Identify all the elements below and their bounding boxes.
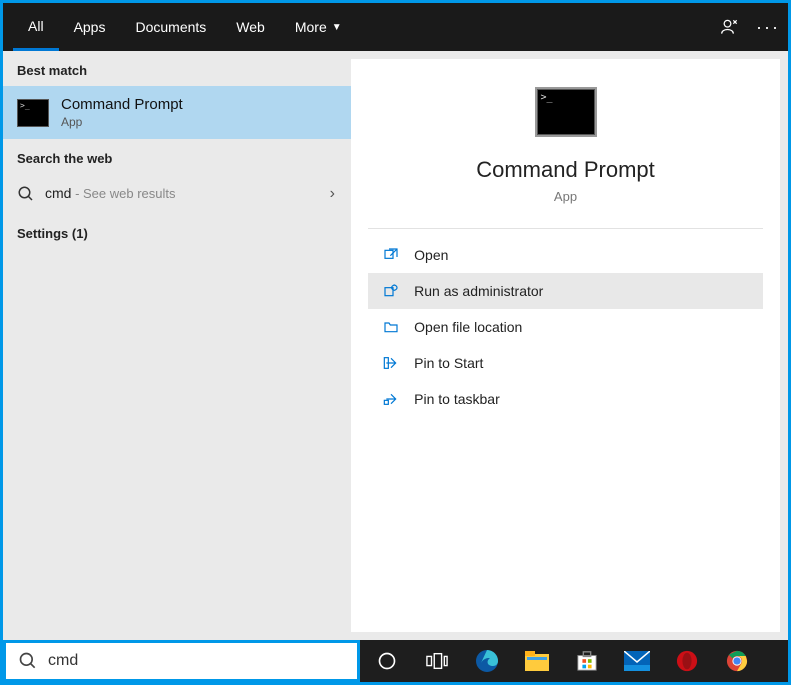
microsoft-store-icon[interactable] (574, 648, 600, 674)
search-icon (17, 185, 35, 203)
taskbar (360, 640, 788, 682)
tab-apps[interactable]: Apps (59, 3, 121, 51)
search-icon (18, 651, 38, 671)
web-query-text: cmd (45, 185, 71, 201)
best-match-label: Best match (3, 51, 351, 86)
preview-subtitle: App (554, 189, 577, 204)
tab-more[interactable]: More ▼ (280, 3, 357, 51)
tab-web-label: Web (236, 19, 265, 35)
task-view-icon[interactable] (424, 648, 450, 674)
tab-all[interactable]: All (13, 3, 59, 51)
search-web-label: Search the web (3, 139, 351, 174)
cortana-icon[interactable] (374, 648, 400, 674)
tab-documents-label: Documents (135, 19, 206, 35)
action-pin-start-label: Pin to Start (414, 355, 483, 371)
web-result-item[interactable]: cmd - See web results › (3, 174, 351, 214)
tab-more-label: More (295, 19, 327, 35)
tab-documents[interactable]: Documents (120, 3, 221, 51)
chrome-icon[interactable] (724, 648, 750, 674)
tab-web[interactable]: Web (221, 3, 280, 51)
settings-label: Settings (1) (3, 214, 351, 249)
action-open-label: Open (414, 247, 448, 263)
action-pin-taskbar-label: Pin to taskbar (414, 391, 500, 407)
action-open-location-label: Open file location (414, 319, 522, 335)
best-match-subtitle: App (61, 115, 183, 129)
search-tabs-bar: All Apps Documents Web More ▼ ··· (3, 3, 788, 51)
admin-shield-icon (382, 282, 400, 300)
preview-title: Command Prompt (476, 157, 655, 183)
action-pin-to-start[interactable]: Pin to Start (368, 345, 763, 381)
tab-all-label: All (28, 18, 44, 34)
results-panel: Best match Command Prompt App Search the… (3, 51, 351, 640)
search-box[interactable] (3, 640, 360, 682)
action-run-admin-label: Run as administrator (414, 283, 543, 299)
open-icon (382, 246, 400, 264)
file-explorer-icon[interactable] (524, 648, 550, 674)
action-run-as-admin[interactable]: Run as administrator (368, 273, 763, 309)
feedback-icon[interactable] (720, 17, 740, 37)
action-pin-to-taskbar[interactable]: Pin to taskbar (368, 381, 763, 417)
pin-start-icon (382, 354, 400, 372)
chevron-down-icon: ▼ (332, 22, 342, 33)
pin-taskbar-icon (382, 390, 400, 408)
mail-icon[interactable] (624, 648, 650, 674)
search-input[interactable] (48, 652, 345, 670)
command-prompt-icon-large (535, 87, 597, 137)
opera-icon[interactable] (674, 648, 700, 674)
preview-panel: Command Prompt App Open Run as administr… (351, 59, 780, 632)
tab-apps-label: Apps (74, 19, 106, 35)
action-open-file-location[interactable]: Open file location (368, 309, 763, 345)
folder-icon (382, 318, 400, 336)
web-sub-text: - See web results (71, 186, 175, 201)
best-match-item[interactable]: Command Prompt App (3, 86, 351, 139)
divider (368, 228, 763, 229)
command-prompt-icon (17, 99, 49, 127)
edge-icon[interactable] (474, 648, 500, 674)
chevron-right-icon: › (330, 185, 335, 203)
best-match-title: Command Prompt (61, 96, 183, 113)
options-icon[interactable]: ··· (758, 17, 778, 37)
action-open[interactable]: Open (368, 237, 763, 273)
